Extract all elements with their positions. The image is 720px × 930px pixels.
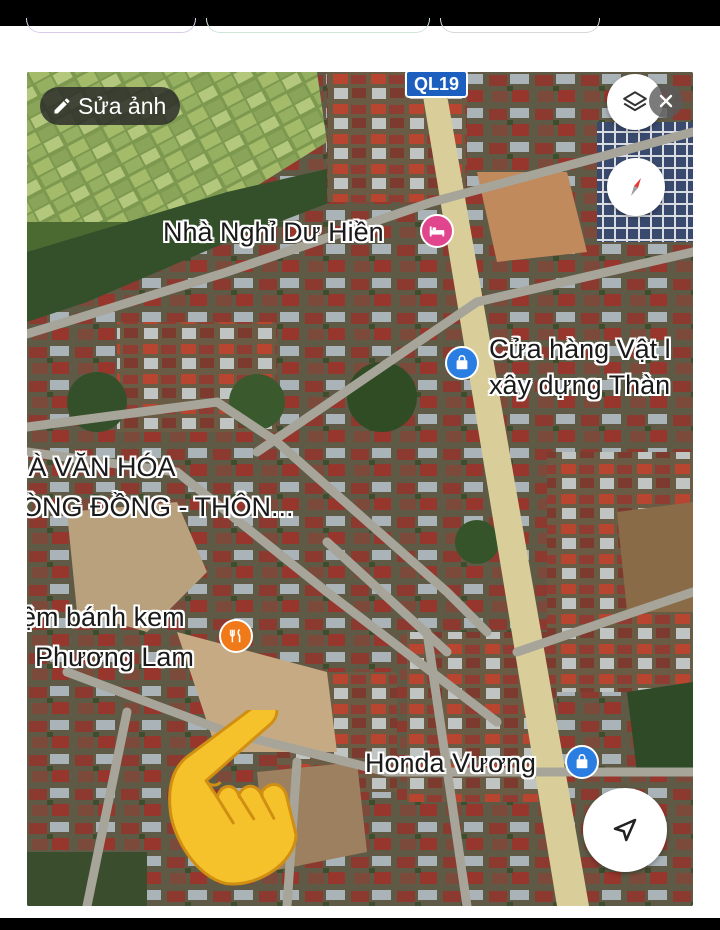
place-label-bakery-line1[interactable]: ệm bánh kem — [27, 602, 185, 632]
shopping-bag-icon — [573, 753, 591, 771]
layers-icon — [622, 89, 648, 115]
highway-shield: QL19 — [405, 72, 469, 98]
place-label-store-line1[interactable]: Cửa hàng Vật l — [489, 334, 671, 364]
satellite-map[interactable]: Sửa ảnh QL19 Nhà Nghỉ Dư Hiền Cửa hàng V… — [27, 72, 693, 906]
restaurant-pin[interactable] — [219, 619, 253, 653]
place-label-lodging[interactable]: Nhà Nghỉ Dư Hiền — [163, 217, 384, 247]
lodging-pin[interactable] — [420, 214, 454, 248]
shop-pin[interactable] — [445, 346, 479, 380]
navigation-arrow-icon — [610, 815, 640, 845]
satellite-imagery — [27, 72, 693, 906]
place-label-bakery-line2[interactable]: Phương Lam — [35, 642, 194, 672]
compass-button[interactable] — [607, 158, 665, 216]
my-location-button[interactable] — [583, 788, 667, 872]
close-icon — [658, 93, 674, 109]
bed-icon — [428, 222, 446, 240]
place-label-culture-house-line2[interactable]: ÒNG ĐỒNG - THÔN... — [27, 492, 294, 522]
shop-pin[interactable] — [565, 745, 599, 779]
pointing-hand-emoji — [168, 710, 298, 886]
place-label-store-line2[interactable]: xây dựng Thàn — [489, 370, 670, 400]
compass-icon — [621, 172, 651, 202]
bottom-bar — [0, 918, 720, 930]
edit-photo-button[interactable]: Sửa ảnh — [40, 87, 181, 125]
filter-chip[interactable] — [206, 18, 430, 33]
edit-photo-label: Sửa ảnh — [78, 92, 167, 119]
filter-chip[interactable] — [440, 18, 600, 33]
place-label-honda[interactable]: Honda Vương — [365, 748, 536, 778]
filter-chip[interactable] — [26, 18, 196, 33]
place-label-culture-house-line1[interactable]: IÀ VĂN HÓA — [27, 452, 176, 482]
pencil-icon — [52, 96, 72, 116]
close-button[interactable] — [649, 84, 683, 118]
shopping-bag-icon — [453, 354, 471, 372]
fork-knife-icon — [227, 627, 245, 645]
